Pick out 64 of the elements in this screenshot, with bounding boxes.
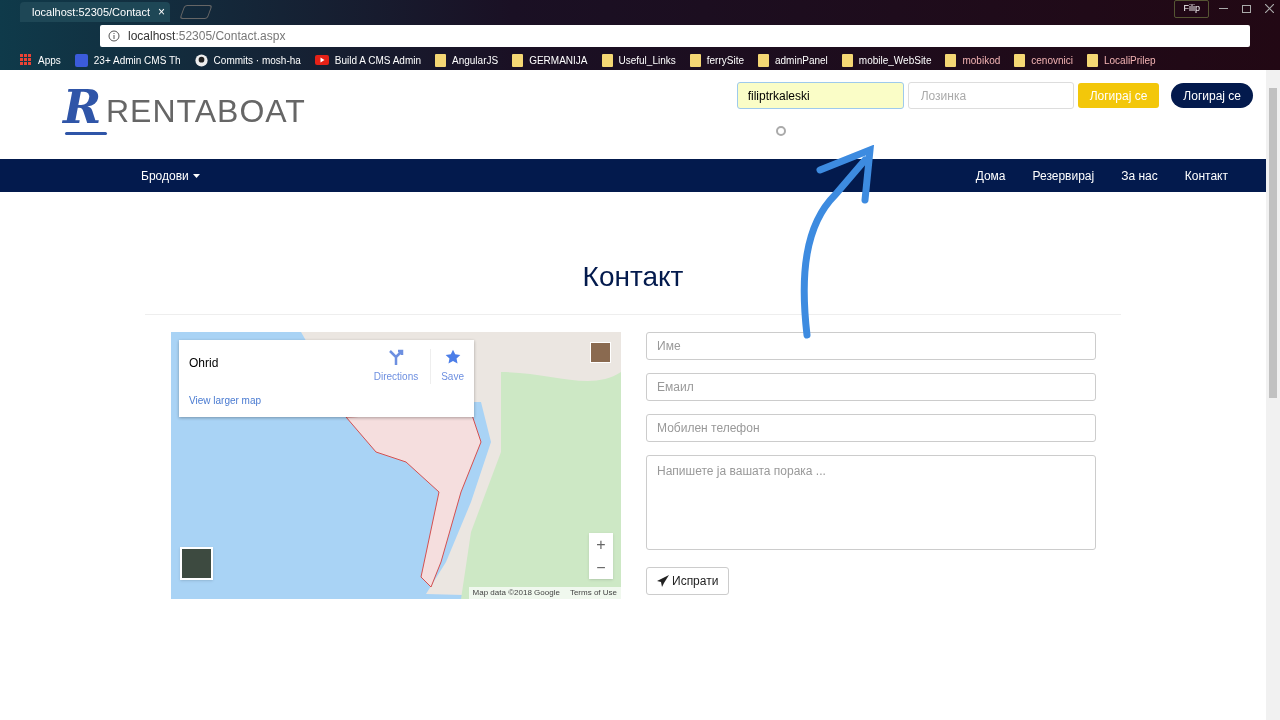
map-attribution: Map data ©2018 Google bbox=[472, 587, 560, 599]
view-larger-map-link[interactable]: View larger map bbox=[189, 393, 262, 408]
maximize-icon[interactable] bbox=[1242, 4, 1251, 13]
browser-tab[interactable]: localhost:52305/Contact × bbox=[20, 2, 170, 22]
close-icon[interactable]: × bbox=[158, 3, 166, 21]
fork-arrow-icon bbox=[387, 349, 404, 365]
username-field[interactable]: filiptrkaleski bbox=[736, 82, 904, 109]
text-field[interactable]: Мобилен телефон bbox=[646, 414, 1096, 442]
page-heading: Контакт bbox=[581, 260, 685, 294]
text-field[interactable]: Емаил bbox=[646, 373, 1096, 401]
star-icon bbox=[444, 349, 461, 365]
place-name: Ohrid bbox=[189, 355, 219, 372]
zoom-in-button[interactable]: + bbox=[589, 533, 613, 556]
text-field[interactable]: Име bbox=[646, 332, 1096, 360]
nav-link[interactable]: Резервирај bbox=[1032, 166, 1095, 185]
address-bar[interactable]: localhost:52305/Contact.aspx bbox=[100, 25, 1250, 47]
folder-icon bbox=[945, 53, 957, 67]
new-tab-button[interactable] bbox=[179, 5, 213, 19]
bookmark[interactable]: cenovnici bbox=[1014, 52, 1073, 68]
password-field[interactable]: Лозинка bbox=[907, 82, 1074, 109]
bookmark[interactable]: Apps bbox=[20, 52, 61, 68]
play-icon bbox=[314, 55, 329, 65]
folder-icon bbox=[512, 53, 524, 67]
info-icon bbox=[108, 30, 120, 42]
login-button[interactable]: Логирај се bbox=[1171, 83, 1253, 108]
nav-link[interactable]: Дома bbox=[975, 166, 1006, 185]
zoom-out-button[interactable]: − bbox=[589, 556, 613, 579]
profile-button[interactable]: Filip bbox=[1174, 0, 1209, 18]
folder-icon bbox=[689, 53, 701, 67]
paper-plane-icon bbox=[657, 575, 669, 587]
satellite-thumbnail[interactable] bbox=[180, 547, 213, 580]
bookmark[interactable]: mobile_WebSite bbox=[841, 52, 932, 68]
bookmark[interactable]: Build A CMS Admin bbox=[314, 52, 421, 68]
message-field[interactable]: Напишете ја вашата порака ... bbox=[646, 455, 1096, 550]
logo-underline bbox=[65, 132, 107, 135]
folder-icon bbox=[1086, 53, 1098, 67]
bookmark[interactable]: 23+ Admin CMS Th bbox=[74, 52, 181, 68]
nav-link[interactable]: Контакт bbox=[1184, 166, 1228, 185]
apps-grid-icon bbox=[20, 54, 32, 66]
folder-icon bbox=[1014, 53, 1026, 67]
bookmark[interactable]: GERMANIJA bbox=[512, 52, 588, 68]
folder-icon bbox=[601, 53, 613, 67]
logo-text: RENTABOAT bbox=[106, 94, 306, 128]
logo-letter: R bbox=[63, 85, 102, 129]
bookmark[interactable]: LocaliPrilep bbox=[1086, 52, 1156, 68]
terms-link[interactable]: Terms of Use bbox=[569, 587, 617, 599]
send-button[interactable]: Испрати bbox=[646, 567, 730, 595]
bookmark[interactable]: mobikod bbox=[945, 52, 1001, 68]
nav-link[interactable]: За нас bbox=[1121, 166, 1158, 185]
bookmark[interactable]: AngularJS bbox=[435, 52, 499, 68]
folder-icon bbox=[758, 53, 769, 67]
nav-dropdown[interactable]: Бродови bbox=[141, 166, 200, 185]
scrollbar[interactable] bbox=[1266, 70, 1280, 720]
bookmark[interactable]: Useful_Links bbox=[601, 52, 676, 68]
map-drawing[interactable]: Ohrid View larger map Directions Save + − Map data ©2018 Google Terms of Use bbox=[171, 332, 621, 599]
bookmark[interactable]: adminPanel bbox=[758, 52, 828, 68]
close-icon[interactable] bbox=[1265, 4, 1274, 14]
folder-icon bbox=[841, 53, 853, 67]
loading-spinner-icon bbox=[776, 126, 786, 136]
folder-icon bbox=[435, 53, 446, 67]
bookmark[interactable]: Commits · mosh-ha bbox=[194, 52, 301, 68]
minimize-icon[interactable] bbox=[1219, 8, 1228, 10]
photo-placeholder bbox=[590, 342, 611, 363]
bookmark[interactable]: ferrySite bbox=[689, 52, 744, 68]
